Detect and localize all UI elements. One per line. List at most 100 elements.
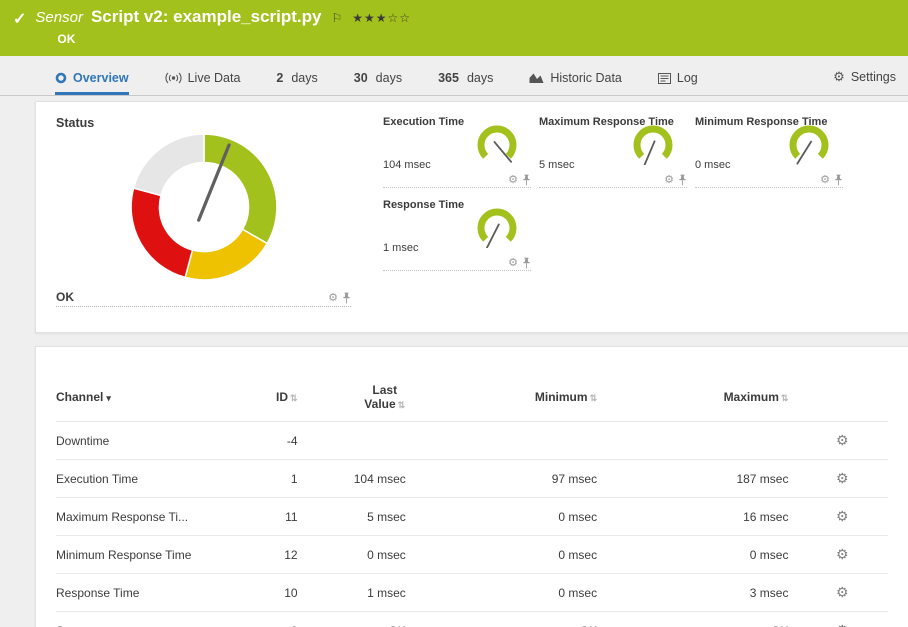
tab-2-days-unit: days: [291, 71, 317, 85]
mini-gauge-footer: ⚙: [695, 174, 843, 188]
mini-gauge-value: 104 msec: [383, 159, 431, 171]
channel-table-row: Status 0 OK OK OK ⚙: [56, 612, 888, 627]
gauge-settings-gear-icon[interactable]: ⚙: [508, 175, 518, 186]
tab-historic-data-label: Historic Data: [550, 71, 622, 85]
channel-maximum: 3 msec: [605, 574, 796, 612]
channel-maximum: OK: [605, 612, 796, 627]
channel-id: 1: [231, 460, 306, 498]
channel-settings-gear-icon[interactable]: ⚙: [836, 432, 849, 448]
mini-gauge-cell: Response Time 1 msec ⚙: [383, 199, 531, 271]
channel-maximum: 16 msec: [605, 498, 796, 536]
status-gauge-dial: [120, 126, 288, 288]
sensor-kind-label: Sensor: [35, 9, 83, 26]
channel-table-body: Downtime -4 ⚙ Execution Time 1 104 msec …: [56, 422, 888, 627]
channel-settings-gear-icon[interactable]: ⚙: [836, 508, 849, 524]
channel-settings-gear-icon[interactable]: ⚙: [836, 546, 849, 562]
sort-icon: ⇅: [781, 393, 789, 403]
tab-live-data[interactable]: Live Data: [165, 71, 241, 95]
channel-id: 10: [231, 574, 306, 612]
tab-bar: Overview Live Data 2 days 30 days 365 da…: [0, 56, 908, 96]
stars-filled[interactable]: ★★★: [352, 11, 387, 25]
column-header-last-value[interactable]: Last Value⇅: [306, 377, 414, 422]
settings-gear-icon: ⚙: [833, 69, 845, 85]
tab-2-days-number: 2: [276, 71, 283, 85]
priority-stars[interactable]: ★★★☆☆: [352, 11, 411, 25]
channel-name: Execution Time: [56, 460, 231, 498]
channel-maximum: [605, 422, 796, 460]
gauge-segment-gray: [133, 134, 203, 195]
stars-empty[interactable]: ☆☆: [388, 11, 412, 25]
gauge-settings-gear-icon[interactable]: ⚙: [508, 258, 518, 269]
mini-gauge-dial: [473, 121, 521, 165]
gauge-settings-gear-icon[interactable]: ⚙: [820, 175, 830, 186]
mini-gauge-cell: Execution Time 104 msec ⚙: [383, 116, 531, 188]
channel-name: Downtime: [56, 422, 231, 460]
tab-30-days-unit: days: [376, 71, 402, 85]
tab-log[interactable]: Log: [658, 71, 698, 95]
mini-gauge-needle: [797, 142, 811, 164]
pin-icon[interactable]: [522, 257, 531, 269]
mini-gauge-value: 5 msec: [539, 159, 574, 171]
channel-last-value: 1 msec: [306, 574, 414, 612]
gauge-settings-gear-icon[interactable]: ⚙: [328, 293, 338, 304]
column-header-settings: [796, 377, 888, 422]
live-data-icon: [165, 72, 182, 84]
pin-icon[interactable]: [522, 174, 531, 186]
tab-365-days[interactable]: 365 days: [438, 71, 493, 95]
tab-2-days[interactable]: 2 days: [276, 71, 317, 95]
sort-icon: ⇅: [398, 400, 406, 410]
sort-icon: ⇅: [290, 393, 298, 403]
column-header-id[interactable]: ID⇅: [231, 377, 306, 422]
sensor-header: ✓ Sensor Script v2: example_script.py ⚐ …: [0, 0, 908, 56]
tab-settings[interactable]: ⚙ Settings: [833, 69, 896, 95]
channel-maximum: 0 msec: [605, 536, 796, 574]
tab-overview-label: Overview: [73, 71, 129, 85]
status-check-icon: ✓: [13, 9, 26, 56]
column-header-maximum[interactable]: Maximum⇅: [605, 377, 796, 422]
tab-live-data-label: Live Data: [188, 71, 241, 85]
channel-table-row: Minimum Response Time 12 0 msec 0 msec 0…: [56, 536, 888, 574]
mini-gauge-grid: Execution Time 104 msec ⚙ Maximum Respon…: [383, 116, 853, 332]
channel-maximum: 187 msec: [605, 460, 796, 498]
mini-gauge-value: 0 msec: [695, 159, 730, 171]
gauge-segment-yellow: [185, 229, 267, 280]
channel-id: 11: [231, 498, 306, 536]
channel-settings-gear-icon[interactable]: ⚙: [836, 584, 849, 600]
channel-id: 12: [231, 536, 306, 574]
mini-gauge-footer: ⚙: [539, 174, 687, 188]
pin-icon[interactable]: [678, 174, 687, 186]
channel-last-value: OK: [306, 612, 414, 627]
channel-minimum: 0 msec: [414, 574, 605, 612]
column-header-channel[interactable]: Channel▾: [56, 377, 231, 422]
pin-icon[interactable]: [342, 292, 351, 304]
channel-settings-gear-icon[interactable]: ⚙: [836, 470, 849, 486]
log-icon: [658, 73, 671, 84]
channel-settings-gear-icon[interactable]: ⚙: [836, 622, 849, 627]
status-value: OK: [56, 290, 74, 304]
status-panel: Status OK ⚙ Execution Time 104 msec: [35, 101, 908, 333]
sort-active-icon: ▾: [106, 393, 111, 403]
channel-minimum: [414, 422, 605, 460]
mini-gauge-cell: Minimum Response Time 0 msec ⚙: [695, 116, 843, 188]
sensor-title-block: Sensor Script v2: example_script.py ⚐ ★★…: [35, 7, 411, 56]
tab-365-days-number: 365: [438, 71, 459, 85]
tab-settings-label: Settings: [851, 70, 896, 84]
tab-30-days[interactable]: 30 days: [354, 71, 402, 95]
gauge-segment-red: [131, 188, 192, 277]
column-header-minimum[interactable]: Minimum⇅: [414, 377, 605, 422]
tab-historic-data[interactable]: Historic Data: [529, 71, 622, 95]
channel-last-value: [306, 422, 414, 460]
gauge-settings-gear-icon[interactable]: ⚙: [664, 175, 674, 186]
priority-flag-icon[interactable]: ⚐: [331, 11, 342, 25]
channel-table-header-row: Channel▾ ID⇅ Last Value⇅ Minimum⇅ Maximu…: [56, 377, 888, 422]
sensor-title: Script v2: example_script.py: [91, 7, 322, 27]
tab-overview[interactable]: Overview: [55, 71, 129, 95]
channel-id: 0: [231, 612, 306, 627]
status-footer: OK ⚙: [56, 290, 351, 307]
mini-gauge-dial: [785, 121, 833, 165]
pin-icon[interactable]: [834, 174, 843, 186]
channel-name: Response Time: [56, 574, 231, 612]
channel-table-row: Maximum Response Ti... 11 5 msec 0 msec …: [56, 498, 888, 536]
tab-log-label: Log: [677, 71, 698, 85]
overview-icon: [55, 72, 67, 84]
